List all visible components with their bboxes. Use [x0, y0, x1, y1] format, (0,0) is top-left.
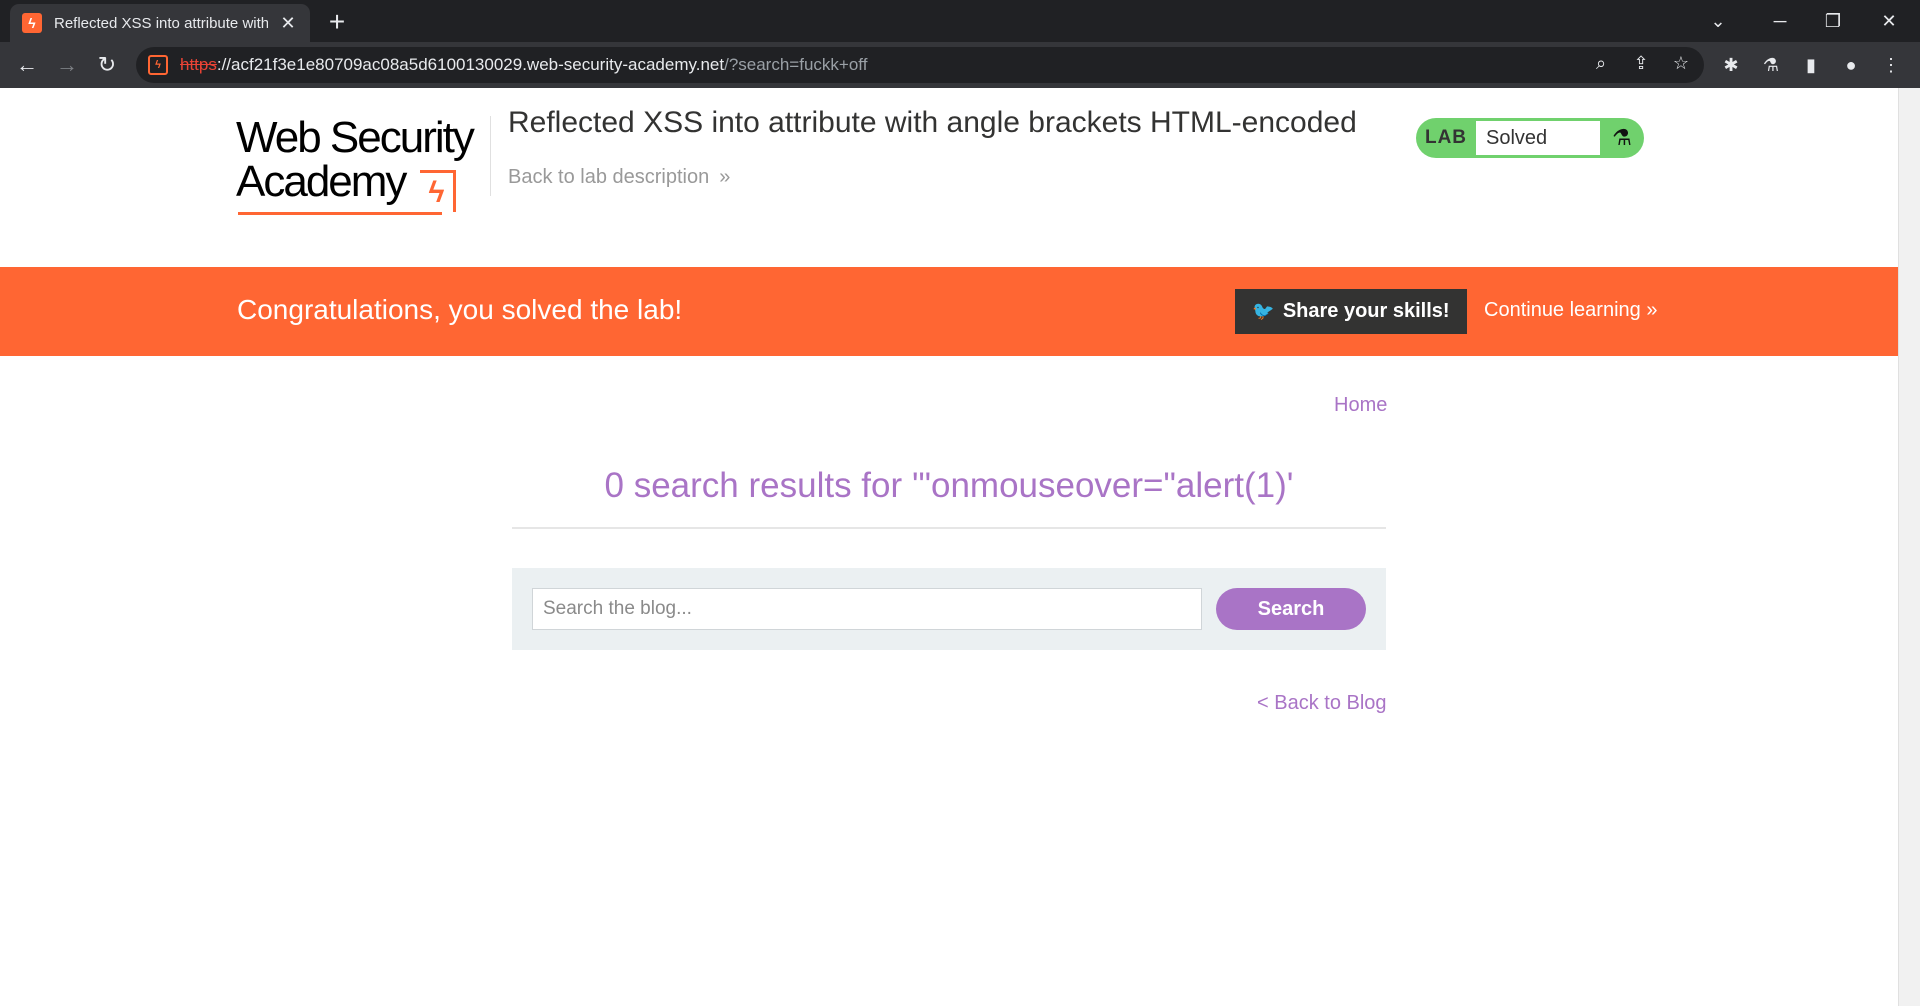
share-skills-button[interactable]: 🐦 Share your skills!: [1235, 289, 1467, 334]
page-content: Web Security Academy ϟ Reflected XSS int…: [0, 88, 1898, 1006]
extensions-puzzle-icon[interactable]: ✱: [1718, 50, 1744, 80]
back-to-blog-link[interactable]: < Back to Blog: [1257, 692, 1387, 715]
close-window-button[interactable]: ✕: [1874, 6, 1904, 36]
reload-icon[interactable]: ↻: [92, 50, 122, 80]
back-link-label: Back to lab description: [508, 166, 710, 188]
menu-kebab-icon[interactable]: ⋮: [1878, 50, 1904, 80]
lab-tag: LAB: [1424, 127, 1468, 148]
url-scheme: https: [180, 55, 217, 74]
zoom-search-icon[interactable]: ⌕: [1590, 53, 1612, 74]
logo-underline: [238, 212, 442, 215]
tab-strip: ϟ Reflected XSS into attribute with ✕ + …: [0, 0, 1920, 42]
continue-label: Continue learning: [1484, 299, 1641, 321]
back-to-lab-description-link[interactable]: Back to lab description »: [508, 166, 730, 189]
continue-learning-link[interactable]: Continue learning »: [1484, 299, 1657, 322]
lab-status-widget: LAB Solved ⚗: [1416, 118, 1644, 158]
url-path: /?search=fuckk+off: [724, 55, 868, 74]
double-chevron-right-icon: »: [719, 166, 731, 188]
lab-title: Reflected XSS into attribute with angle …: [508, 106, 1357, 139]
bookmark-star-icon[interactable]: ☆: [1670, 53, 1692, 74]
lab-status-value: Solved: [1476, 121, 1600, 155]
forward-arrow-icon[interactable]: →: [52, 50, 82, 80]
profile-avatar-icon[interactable]: ●: [1838, 50, 1864, 80]
lightning-favicon-icon: ϟ: [22, 13, 42, 33]
lightning-bolt-icon: ϟ: [420, 170, 456, 212]
share-page-icon[interactable]: ⇪: [1630, 53, 1652, 74]
share-button-label: Share your skills!: [1282, 300, 1450, 322]
url-host: ://acf21f3e1e80709ac08a5d6100130029.web-…: [216, 55, 725, 74]
search-input[interactable]: [532, 588, 1202, 630]
address-bar[interactable]: ϟ https://acf21f3e1e80709ac08a5d61001300…: [136, 47, 1704, 83]
congratulations-message: Congratulations, you solved the lab!: [237, 294, 683, 325]
new-tab-button[interactable]: +: [322, 7, 352, 37]
tab-title: Reflected XSS into attribute with: [54, 14, 269, 32]
url-text[interactable]: https://acf21f3e1e80709ac08a5d6100130029…: [180, 55, 867, 75]
browser-toolbar: ← → ↻ ϟ https://acf21f3e1e80709ac08a5d61…: [0, 42, 1920, 88]
twitter-bird-icon: 🐦: [1252, 301, 1275, 321]
search-button[interactable]: Search: [1216, 588, 1366, 630]
restore-button[interactable]: ❐: [1818, 6, 1848, 36]
search-results-heading: 0 search results for '"onmouseover="aler…: [604, 466, 1294, 505]
home-link[interactable]: Home: [1334, 394, 1387, 417]
site-info-icon[interactable]: ϟ: [148, 55, 168, 75]
web-security-academy-logo[interactable]: Web Security Academy ϟ: [236, 116, 488, 216]
header-divider: [490, 116, 491, 196]
tab-search-chevron-icon[interactable]: ⌄: [1703, 6, 1733, 36]
close-tab-icon[interactable]: ✕: [278, 13, 298, 34]
minimize-button[interactable]: ─: [1765, 6, 1795, 36]
logo-line-1: Web Security: [236, 113, 475, 162]
search-form: Search: [512, 568, 1386, 650]
side-panel-icon[interactable]: ▮: [1798, 50, 1824, 80]
flask-icon: ⚗: [1612, 125, 1632, 150]
browser-tab[interactable]: ϟ Reflected XSS into attribute with ✕: [10, 4, 310, 42]
page-scrollbar[interactable]: [1898, 88, 1920, 1006]
heading-divider: [512, 527, 1386, 529]
labs-flask-icon[interactable]: ⚗: [1758, 50, 1784, 80]
double-chevron-right-icon: »: [1646, 299, 1658, 321]
solved-banner: Congratulations, you solved the lab! 🐦 S…: [0, 267, 1898, 356]
back-arrow-icon[interactable]: ←: [12, 50, 42, 80]
